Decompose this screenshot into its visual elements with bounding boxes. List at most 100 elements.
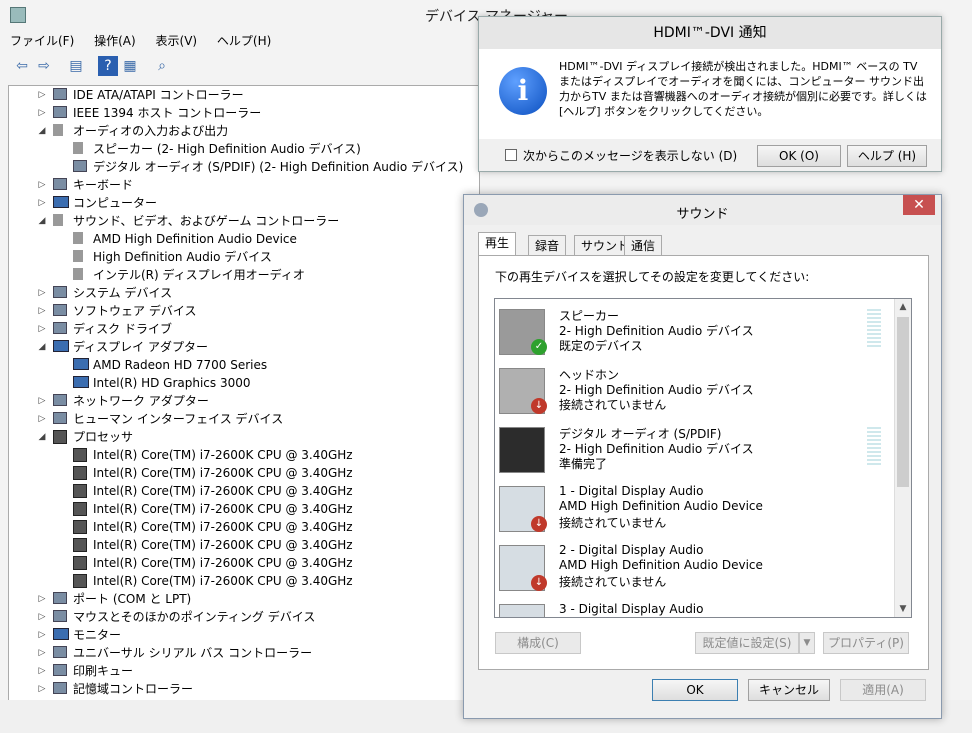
- tree-item[interactable]: ▷ ディスク ドライブ: [9, 320, 477, 338]
- configure-button[interactable]: 構成(C): [495, 632, 581, 654]
- help-button[interactable]: ヘルプ (H): [847, 145, 927, 167]
- set-default-button[interactable]: 既定値に設定(S): [695, 632, 799, 654]
- expand-arrow-icon[interactable]: ▷: [37, 194, 47, 212]
- close-icon[interactable]: ✕: [903, 195, 935, 215]
- tree-item[interactable]: ▷ キーボード: [9, 176, 477, 194]
- forward-arrow-icon[interactable]: ⇨: [34, 56, 54, 76]
- tree-item[interactable]: ▷ コンピューター: [9, 194, 477, 212]
- tree-item[interactable]: ▷ モニター: [9, 626, 477, 644]
- set-default-dropdown-icon[interactable]: ▼: [799, 632, 815, 654]
- tree-item[interactable]: Intel(R) Core(TM) i7-2600K CPU @ 3.40GHz: [9, 536, 477, 554]
- tree-item[interactable]: ▷ IEEE 1394 ホスト コントローラー: [9, 104, 477, 122]
- collapse-arrow-icon[interactable]: ◢: [37, 212, 47, 230]
- expand-arrow-icon[interactable]: ▷: [37, 86, 47, 104]
- scan-hardware-icon[interactable]: ⌕: [152, 56, 172, 76]
- expand-arrow-icon[interactable]: ▷: [37, 680, 47, 698]
- expand-arrow-icon[interactable]: ▷: [37, 104, 47, 122]
- tree-item[interactable]: ▷ ヒューマン インターフェイス デバイス: [9, 410, 477, 428]
- tree-item[interactable]: High Definition Audio デバイス: [9, 248, 477, 266]
- expand-arrow-icon[interactable]: ▷: [37, 410, 47, 428]
- tree-item[interactable]: Intel(R) HD Graphics 3000: [9, 374, 477, 392]
- properties-icon[interactable]: ▦: [120, 56, 140, 76]
- tree-item[interactable]: Intel(R) Core(TM) i7-2600K CPU @ 3.40GHz: [9, 464, 477, 482]
- expand-arrow-icon[interactable]: ▷: [37, 320, 47, 338]
- tree-item[interactable]: ▷ ソフトウェア デバイス: [9, 302, 477, 320]
- expand-arrow-icon[interactable]: ▷: [37, 176, 47, 194]
- help-icon[interactable]: ?: [98, 56, 118, 76]
- tab-playback[interactable]: 再生: [478, 232, 517, 257]
- scroll-up-icon[interactable]: ▲: [895, 299, 911, 315]
- dont-show-again-checkbox[interactable]: [505, 149, 517, 161]
- playback-device-item[interactable]: ↓ ヘッドホン 2- High Definition Audio デバイス 接続されて…: [495, 362, 893, 421]
- tree-item-label: High Definition Audio デバイス: [93, 250, 272, 264]
- tree-item-label: サウンド、ビデオ、およびゲーム コントローラー: [73, 214, 340, 228]
- playback-device-item[interactable]: ↓ 2 - Digital Display Audio AMD High Defin…: [495, 539, 893, 598]
- tree-item-label: コンピューター: [73, 196, 158, 210]
- expand-arrow-icon[interactable]: ▷: [37, 644, 47, 662]
- tree-item[interactable]: Intel(R) Core(TM) i7-2600K CPU @ 3.40GHz: [9, 482, 477, 500]
- tree-item[interactable]: ▷ 記憶域コントローラー: [9, 680, 477, 698]
- tree-item-label: ヒューマン インターフェイス デバイス: [73, 412, 284, 426]
- cancel-button[interactable]: キャンセル: [748, 679, 830, 701]
- tree-item[interactable]: ▷ IDE ATA/ATAPI コントローラー: [9, 86, 477, 104]
- tree-item[interactable]: スピーカー (2- High Definition Audio デバイス): [9, 140, 477, 158]
- collapse-arrow-icon[interactable]: ◢: [37, 122, 47, 140]
- playback-device-item[interactable]: ✓ スピーカー 2- High Definition Audio デバイス 既定のデバ…: [495, 303, 893, 362]
- tree-item[interactable]: ◢ プロセッサ: [9, 428, 477, 446]
- expand-arrow-icon[interactable]: ▷: [37, 590, 47, 608]
- tab-recording[interactable]: 録音: [528, 235, 567, 256]
- tree-item[interactable]: Intel(R) Core(TM) i7-2600K CPU @ 3.40GHz: [9, 446, 477, 464]
- properties-button[interactable]: プロパティ(P): [823, 632, 909, 654]
- expand-arrow-icon[interactable]: ▷: [37, 608, 47, 626]
- device-list-scrollbar[interactable]: ▲ ▼: [894, 299, 911, 617]
- processor-icon: [73, 448, 87, 462]
- tree-item[interactable]: Intel(R) Core(TM) i7-2600K CPU @ 3.40GHz: [9, 500, 477, 518]
- dont-show-again-label[interactable]: 次からこのメッセージを表示しない (D): [523, 147, 737, 164]
- show-hide-console-tree-icon[interactable]: ▤: [66, 56, 86, 76]
- tree-item[interactable]: インテル(R) ディスプレイ用オーディオ: [9, 266, 477, 284]
- tree-item[interactable]: ▷ ユニバーサル シリアル バス コントローラー: [9, 644, 477, 662]
- tree-item[interactable]: Intel(R) Core(TM) i7-2600K CPU @ 3.40GHz: [9, 518, 477, 536]
- playback-device-item[interactable]: 3 - Digital Display Audio: [495, 598, 893, 617]
- collapse-arrow-icon[interactable]: ◢: [37, 338, 47, 356]
- tree-item[interactable]: ◢ ディスプレイ アダプター: [9, 338, 477, 356]
- ok-button[interactable]: OK (O): [757, 145, 841, 167]
- expand-arrow-icon[interactable]: ▷: [37, 392, 47, 410]
- collapse-arrow-icon[interactable]: ◢: [37, 428, 47, 446]
- playback-device-item[interactable]: ↓ 1 - Digital Display Audio AMD High Defin…: [495, 480, 893, 539]
- back-arrow-icon[interactable]: ⇦: [12, 56, 32, 76]
- tree-item[interactable]: AMD High Definition Audio Device: [9, 230, 477, 248]
- expand-arrow-icon[interactable]: ▷: [37, 302, 47, 320]
- menu-file[interactable]: ファイル(F): [10, 32, 74, 49]
- tab-communications[interactable]: 通信: [624, 235, 663, 256]
- expand-arrow-icon[interactable]: ▷: [37, 626, 47, 644]
- ok-button[interactable]: OK: [652, 679, 738, 701]
- tree-item[interactable]: ▷ ポート (COM と LPT): [9, 590, 477, 608]
- scroll-thumb[interactable]: [897, 317, 909, 487]
- scroll-down-icon[interactable]: ▼: [895, 601, 911, 617]
- sound-controller-icon: [53, 214, 63, 226]
- menu-view[interactable]: 表示(V): [156, 32, 198, 49]
- tree-item[interactable]: ◢ サウンド、ビデオ、およびゲーム コントローラー: [9, 212, 477, 230]
- tree-item[interactable]: ▷ システム デバイス: [9, 284, 477, 302]
- playback-device-item[interactable]: デジタル オーディオ (S/PDIF) 2- High Definition Au…: [495, 421, 893, 480]
- expand-arrow-icon[interactable]: ▷: [37, 662, 47, 680]
- playback-device-list[interactable]: ▲ ▼ ✓ スピーカー 2- High Definition Audio デバイス既…: [494, 298, 912, 618]
- apply-button[interactable]: 適用(A): [840, 679, 926, 701]
- tree-item[interactable]: ▷ 印刷キュー: [9, 662, 477, 680]
- dialog-title: HDMI™-DVI 通知: [479, 17, 941, 49]
- tree-item[interactable]: デジタル オーディオ (S/PDIF) (2- High Definition …: [9, 158, 477, 176]
- tree-item-label: インテル(R) ディスプレイ用オーディオ: [93, 268, 305, 282]
- tree-item-label: オーディオの入力および出力: [73, 124, 229, 138]
- tree-item[interactable]: ▷ ネットワーク アダプター: [9, 392, 477, 410]
- expand-arrow-icon[interactable]: ▷: [37, 284, 47, 302]
- tree-item-label: ポート (COM と LPT): [73, 592, 192, 606]
- tree-item[interactable]: ▷ マウスとそのほかのポインティング デバイス: [9, 608, 477, 626]
- tree-item[interactable]: AMD Radeon HD 7700 Series: [9, 356, 477, 374]
- menu-help[interactable]: ヘルプ(H): [217, 32, 271, 49]
- tree-item[interactable]: Intel(R) Core(TM) i7-2600K CPU @ 3.40GHz: [9, 554, 477, 572]
- tree-item[interactable]: ◢ オーディオの入力および出力: [9, 122, 477, 140]
- speaker-icon: [73, 250, 83, 262]
- tree-item[interactable]: Intel(R) Core(TM) i7-2600K CPU @ 3.40GHz: [9, 572, 477, 590]
- menu-action[interactable]: 操作(A): [94, 32, 136, 49]
